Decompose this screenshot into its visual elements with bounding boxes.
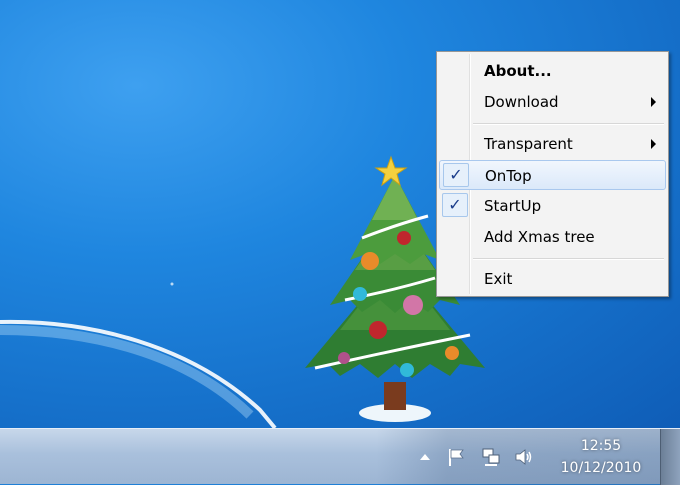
menu-item-startup[interactable]: ✓ StartUp bbox=[439, 191, 666, 221]
menu-item-about[interactable]: About... bbox=[439, 56, 666, 86]
action-center-flag-icon[interactable] bbox=[445, 446, 467, 468]
menu-item-label: OnTop bbox=[485, 167, 532, 185]
context-menu: About... Download Transparent ✓ OnTop ✓ … bbox=[436, 51, 669, 297]
menu-item-label: Transparent bbox=[484, 135, 573, 153]
menu-item-label: Exit bbox=[484, 270, 513, 288]
clock-date: 10/12/2010 bbox=[560, 460, 642, 476]
menu-item-download[interactable]: Download bbox=[439, 87, 666, 117]
checkmark-icon: ✓ bbox=[443, 163, 469, 187]
show-hidden-icons-arrow-icon[interactable] bbox=[414, 446, 436, 468]
network-icon[interactable] bbox=[480, 446, 502, 468]
system-clock[interactable]: 12:55 10/12/2010 bbox=[552, 435, 650, 479]
show-desktop-button[interactable] bbox=[660, 429, 680, 485]
menu-item-transparent[interactable]: Transparent bbox=[439, 129, 666, 159]
checkmark-icon: ✓ bbox=[442, 193, 468, 217]
menu-item-label: About... bbox=[484, 62, 552, 80]
menu-item-label: StartUp bbox=[484, 197, 542, 215]
menu-item-label: Download bbox=[484, 93, 559, 111]
taskbar: 12:55 10/12/2010 bbox=[0, 428, 680, 485]
menu-item-add-xmas-tree[interactable]: Add Xmas tree bbox=[439, 222, 666, 252]
clock-time: 12:55 bbox=[580, 438, 622, 454]
volume-icon[interactable] bbox=[513, 446, 535, 468]
menu-separator bbox=[473, 258, 664, 260]
submenu-arrow-icon bbox=[651, 139, 656, 149]
menu-item-exit[interactable]: Exit bbox=[439, 264, 666, 294]
submenu-arrow-icon bbox=[651, 97, 656, 107]
menu-separator bbox=[473, 123, 664, 125]
menu-item-label: Add Xmas tree bbox=[484, 228, 595, 246]
menu-item-ontop[interactable]: ✓ OnTop bbox=[439, 160, 666, 190]
